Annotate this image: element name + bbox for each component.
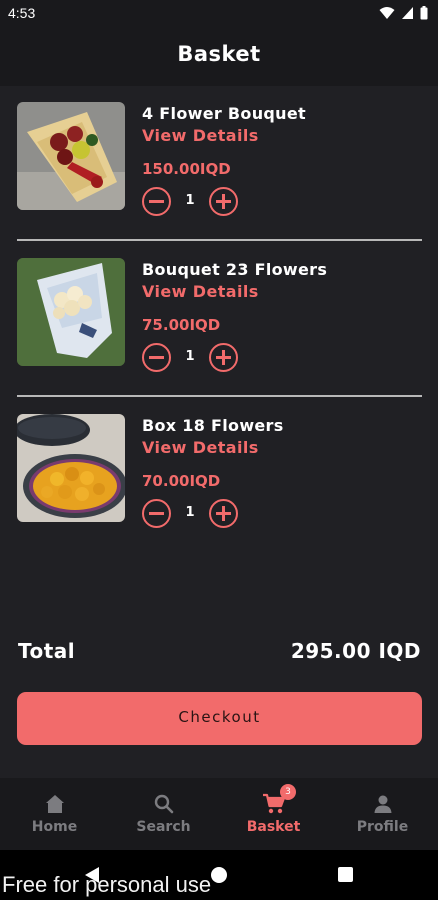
increase-quantity-button[interactable] [209, 187, 238, 216]
wifi-icon [379, 6, 395, 20]
decrease-quantity-button[interactable] [142, 343, 171, 372]
nav-label: Profile [356, 819, 409, 835]
plus-icon-vertical [222, 506, 225, 521]
quantity-stepper: 1 [142, 499, 242, 529]
status-icons [379, 6, 428, 20]
cart-item: Box 18 Flowers View Details 70.00IQD 1 [0, 414, 438, 554]
nav-label: Home [31, 819, 78, 835]
cart-count-badge: 3 [280, 784, 296, 800]
checkout-label: Checkout [178, 708, 261, 726]
recent-apps-icon[interactable] [338, 867, 353, 882]
increase-quantity-button[interactable] [209, 343, 238, 372]
signal-icon [401, 6, 414, 20]
nav-icon-wrap [219, 793, 328, 817]
battery-icon [420, 6, 428, 20]
cart-item: Bouquet 23 Flowers View Details 75.00IQD… [0, 258, 438, 398]
person-icon [372, 793, 394, 817]
nav-icon-wrap [109, 793, 218, 817]
nav-label: Basket [246, 819, 301, 835]
minus-icon [149, 512, 164, 515]
view-details-link[interactable]: View Details [142, 438, 259, 457]
quantity-value: 1 [185, 193, 195, 208]
home-button-icon[interactable] [211, 867, 227, 883]
quantity-value: 1 [185, 505, 195, 520]
plus-icon-vertical [222, 350, 225, 365]
item-name: Bouquet 23 Flowers [142, 260, 328, 279]
item-price: 150.00IQD [142, 160, 231, 178]
product-image[interactable] [17, 258, 125, 366]
item-name: Box 18 Flowers [142, 416, 284, 435]
decrease-quantity-button[interactable] [142, 187, 171, 216]
quantity-value: 1 [185, 349, 195, 364]
checkout-button[interactable]: Checkout [17, 692, 422, 745]
nav-item-search[interactable]: Search [109, 778, 218, 850]
cart-item: 4 Flower Bouquet View Details 150.00IQD … [0, 102, 438, 242]
nav-item-profile[interactable]: Profile [328, 778, 437, 850]
nav-icon-wrap [328, 793, 437, 817]
search-icon [153, 793, 175, 817]
bottom-nav: Home Search 3 Basket Profile [0, 778, 438, 850]
nav-item-basket[interactable]: 3 Basket [219, 778, 328, 850]
product-image[interactable] [17, 102, 125, 210]
decrease-quantity-button[interactable] [142, 499, 171, 528]
minus-icon [149, 200, 164, 203]
item-divider [17, 239, 422, 241]
home-icon [44, 793, 66, 817]
nav-item-home[interactable]: Home [0, 778, 109, 850]
total-label: Total [18, 639, 76, 663]
quantity-stepper: 1 [142, 187, 242, 217]
plus-icon-vertical [222, 194, 225, 209]
item-divider [17, 395, 422, 397]
basket-screen: 4:53 Basket 4 Flower Bouquet View Detail… [0, 0, 438, 900]
status-time: 4:53 [8, 5, 36, 21]
quantity-stepper: 1 [142, 343, 242, 373]
total-value: 295.00 IQD [290, 639, 421, 663]
item-price: 70.00IQD [142, 472, 221, 490]
status-bar: 4:53 [0, 0, 438, 28]
watermark: Free for personal use [2, 872, 212, 897]
minus-icon [149, 356, 164, 359]
nav-icon-wrap [0, 793, 109, 817]
view-details-link[interactable]: View Details [142, 126, 259, 145]
item-name: 4 Flower Bouquet [142, 104, 306, 123]
app-header: Basket [0, 28, 438, 86]
view-details-link[interactable]: View Details [142, 282, 259, 301]
page-title: Basket [177, 42, 261, 66]
product-image[interactable] [17, 414, 125, 522]
item-price: 75.00IQD [142, 316, 221, 334]
nav-label: Search [136, 819, 191, 835]
increase-quantity-button[interactable] [209, 499, 238, 528]
